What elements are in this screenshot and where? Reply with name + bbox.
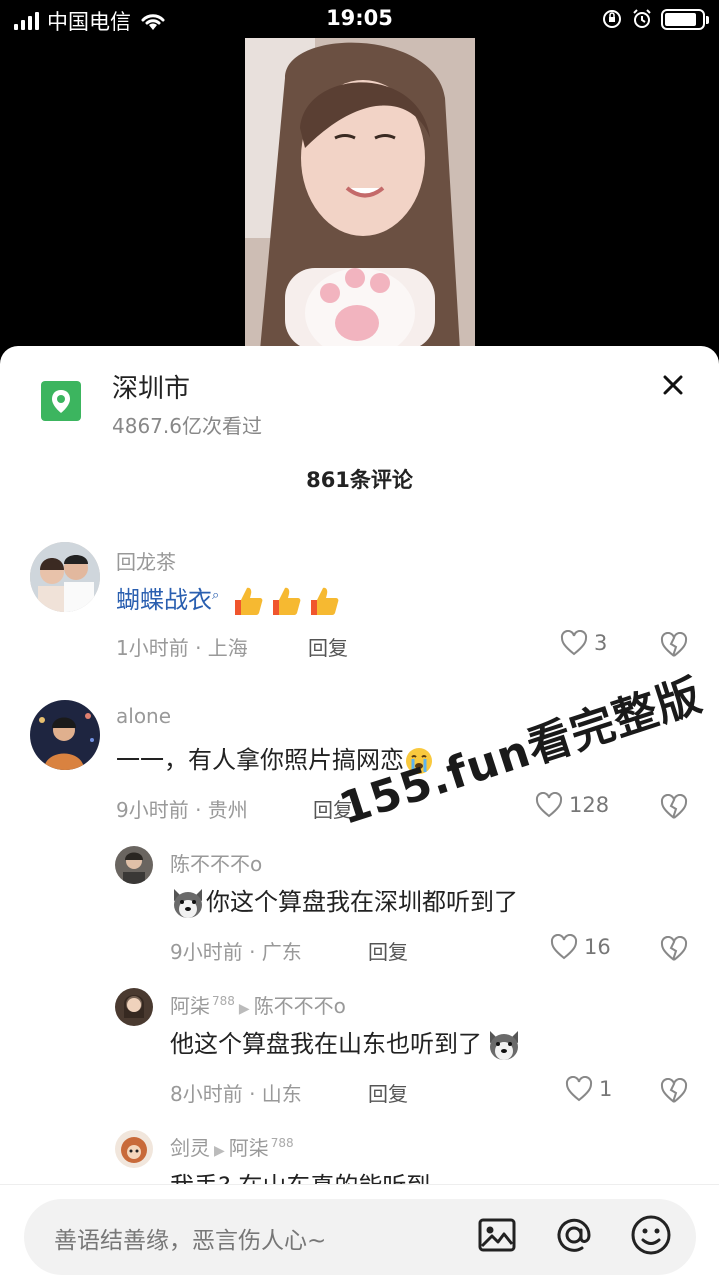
comment-text: 他这个算盘我在山东也听到了 bbox=[170, 1024, 522, 1063]
comments-sheet: 深圳市 4867.6亿次看过 861条评论 回龙茶 蝴蝶战衣⌕ 1小时前 · 上… bbox=[0, 346, 719, 1280]
reply-user[interactable]: 阿柒 bbox=[170, 994, 210, 1018]
reply-button[interactable]: 回复 bbox=[308, 632, 348, 661]
avatar[interactable] bbox=[115, 988, 153, 1026]
comment-list: 回龙茶 蝴蝶战衣⌕ 1小时前 · 上海 回复 3 alone 一一，有人拿你照片… bbox=[0, 536, 719, 1184]
comment-username: 剑灵 ▶ 阿柒 788 bbox=[170, 1132, 294, 1161]
avatar[interactable] bbox=[115, 846, 153, 884]
location-title[interactable]: 深圳市 bbox=[112, 368, 190, 405]
battery-icon bbox=[661, 8, 709, 30]
user-level-tag: 788 bbox=[212, 994, 235, 1009]
like-count: 16 bbox=[584, 935, 611, 959]
reply-arrow-icon: ▶ bbox=[238, 1001, 250, 1017]
reply-item: 陈不不不o 你这个算盘我在深圳都听到了 9小时前 · 广东 回复 16 bbox=[0, 846, 719, 986]
thumbs-up-emoji bbox=[269, 584, 303, 618]
comment-username[interactable]: alone bbox=[116, 704, 171, 728]
avatar[interactable] bbox=[30, 700, 100, 770]
like-count: 128 bbox=[569, 793, 610, 817]
rotation-lock-icon bbox=[603, 10, 621, 28]
like-count: 1 bbox=[599, 1077, 613, 1101]
comment-input-bar: 善语结善缘，恶言伤人心~ bbox=[0, 1184, 719, 1280]
reply-button[interactable]: 回复 bbox=[368, 1078, 408, 1107]
heart-icon bbox=[565, 1076, 593, 1102]
avatar[interactable] bbox=[115, 1130, 153, 1168]
avatar[interactable] bbox=[30, 542, 100, 612]
alarm-icon bbox=[633, 9, 651, 28]
reply-item: 剑灵▶阿柒788 我丢? 在山东真的能听到 bbox=[0, 1130, 719, 1184]
reply-to-user[interactable]: 陈不不不o bbox=[254, 994, 346, 1018]
status-bar: 中国电信 19:05 bbox=[0, 0, 719, 38]
reply-arrow-icon: ▶ bbox=[214, 1143, 225, 1159]
dislike-broken-heart-icon[interactable] bbox=[660, 1078, 688, 1104]
comment-text: 蝴蝶战衣⌕ bbox=[116, 580, 341, 618]
like-button[interactable]: 16 bbox=[550, 934, 611, 960]
thumbs-up-emoji bbox=[231, 584, 265, 618]
image-icon[interactable] bbox=[474, 1212, 520, 1258]
location-views: 4867.6亿次看过 bbox=[112, 414, 262, 438]
comment-username: 阿柒 788 ▶ 陈不不不o bbox=[170, 990, 346, 1019]
comment-count: 861条评论 bbox=[306, 468, 413, 492]
status-right bbox=[601, 8, 709, 30]
heart-icon bbox=[535, 792, 563, 818]
reply-user[interactable]: 剑灵 bbox=[170, 1136, 210, 1160]
comment-text-body: 你这个算盘我在深圳都听到了 bbox=[206, 888, 518, 916]
heart-icon bbox=[560, 630, 588, 656]
emoji-smile-icon[interactable] bbox=[628, 1212, 674, 1258]
like-count: 3 bbox=[594, 631, 608, 655]
comment-text: 你这个算盘我在深圳都听到了 bbox=[170, 882, 518, 921]
search-mark-icon: ⌕ bbox=[212, 588, 220, 603]
reply-to-user[interactable]: 阿柒 bbox=[229, 1136, 269, 1160]
like-button[interactable]: 3 bbox=[560, 630, 607, 656]
comment-input[interactable]: 善语结善缘，恶言伤人心~ bbox=[24, 1199, 696, 1275]
comment-time-location: 1小时前 · 上海 bbox=[116, 636, 248, 660]
comment-text: 我丢? 在山东真的能听到 bbox=[170, 1166, 430, 1184]
comment-text-body: 他这个算盘我在山东也听到了 bbox=[170, 1030, 482, 1058]
location-pin-icon[interactable] bbox=[41, 381, 81, 421]
dislike-broken-heart-icon[interactable] bbox=[660, 936, 688, 962]
heart-icon bbox=[550, 934, 578, 960]
like-button[interactable]: 1 bbox=[565, 1076, 612, 1102]
comment-time-location: 8小时前 · 山东 bbox=[170, 1082, 302, 1106]
husky-emoji bbox=[170, 885, 206, 921]
like-button[interactable]: 128 bbox=[535, 792, 609, 818]
video-preview[interactable] bbox=[245, 38, 475, 350]
comment-search-link[interactable]: 蝴蝶战衣 bbox=[116, 586, 212, 614]
comment-username[interactable]: 陈不不不o bbox=[170, 848, 262, 877]
comment-input-placeholder: 善语结善缘，恶言伤人心~ bbox=[54, 1228, 327, 1254]
comment-time-location: 9小时前 · 贵州 bbox=[116, 798, 248, 822]
user-level-tag: 788 bbox=[270, 1136, 294, 1151]
reply-button[interactable]: 回复 bbox=[368, 936, 408, 965]
dislike-broken-heart-icon[interactable] bbox=[660, 794, 688, 820]
reply-item: 阿柒 788 ▶ 陈不不不o 他这个算盘我在山东也听到了 8小时前 · 山东 回复 1 bbox=[0, 988, 719, 1128]
comment-time-location: 9小时前 · 广东 bbox=[170, 940, 302, 964]
dislike-broken-heart-icon[interactable] bbox=[660, 632, 688, 658]
close-icon[interactable] bbox=[656, 368, 690, 402]
comment-item: 回龙茶 蝴蝶战衣⌕ 1小时前 · 上海 回复 3 bbox=[0, 536, 719, 686]
thumbs-up-emoji bbox=[307, 584, 341, 618]
husky-emoji bbox=[486, 1027, 522, 1063]
comment-username[interactable]: 回龙茶 bbox=[116, 546, 176, 575]
mention-at-icon[interactable] bbox=[551, 1212, 597, 1258]
video-frame-image bbox=[245, 38, 475, 350]
